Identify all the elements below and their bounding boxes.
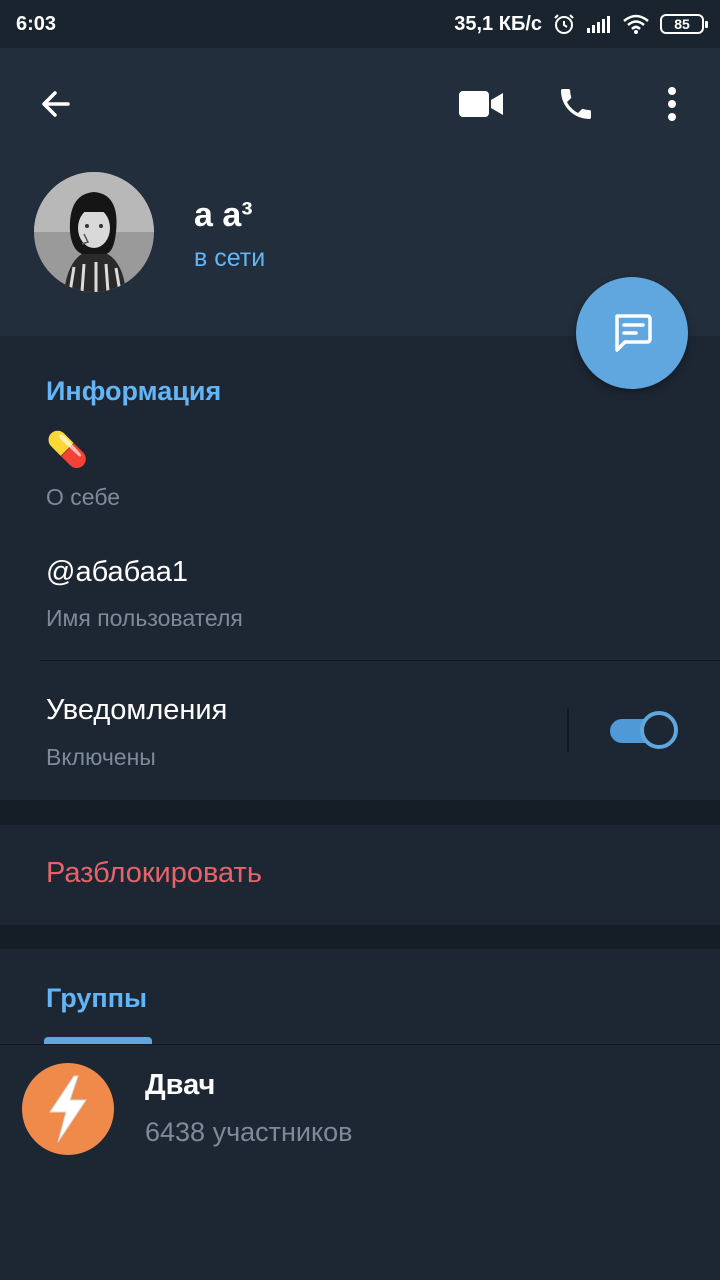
bio-text[interactable]: 💊 <box>46 430 88 470</box>
toggle-knob <box>640 711 678 749</box>
avatar-photo <box>34 172 154 292</box>
group-name: Двач <box>145 1069 216 1101</box>
arrow-left-icon <box>42 91 70 117</box>
notifications-toggle[interactable] <box>610 711 678 749</box>
username-text[interactable]: @абабаа1 <box>46 556 188 589</box>
avatar[interactable] <box>34 172 154 292</box>
message-icon <box>615 314 652 352</box>
group-avatar <box>22 1063 114 1155</box>
status-bar: 6:03 35,1 КБ/с 85 <box>0 0 720 48</box>
video-camera-icon <box>459 91 503 117</box>
lightning-icon <box>49 1075 87 1143</box>
phone-icon <box>561 89 591 119</box>
battery-level: 85 <box>674 16 690 32</box>
status-right: 35,1 КБ/с 85 <box>454 12 708 36</box>
notifications-state: Включены <box>46 744 156 770</box>
video-call-button[interactable] <box>453 76 509 132</box>
alarm-icon <box>554 14 574 34</box>
username-label: Имя пользователя <box>46 605 243 631</box>
bio-label: О себе <box>46 484 121 510</box>
more-vertical-icon <box>668 87 676 121</box>
unblock-label: Разблокировать <box>46 857 262 889</box>
section-gap <box>0 925 720 949</box>
battery-indicator: 85 <box>660 14 708 34</box>
more-button[interactable] <box>644 76 700 132</box>
section-gap <box>0 800 720 825</box>
info-section: Информация 💊 О себе @абабаа1 Имя пользов… <box>0 338 720 800</box>
unblock-button[interactable]: Разблокировать <box>0 825 720 925</box>
send-message-button[interactable] <box>576 277 688 389</box>
list-item[interactable]: Двач 6438 участников <box>0 1045 720 1175</box>
profile-screen: 6:03 35,1 КБ/с 85 а а³ в сети Информация… <box>0 0 720 1280</box>
groups-tabs: Группы <box>0 949 720 1045</box>
info-title: Информация <box>46 376 222 406</box>
wifi-icon <box>623 14 649 34</box>
toggle-separator <box>567 708 569 752</box>
network-speed: 35,1 КБ/с <box>454 12 542 35</box>
tab-groups[interactable]: Группы <box>46 983 147 1014</box>
call-button[interactable] <box>548 76 604 132</box>
notifications-label[interactable]: Уведомления <box>46 694 227 727</box>
back-button[interactable] <box>28 76 84 132</box>
signal-icon <box>587 16 610 33</box>
online-status: в сети <box>194 244 266 272</box>
group-members: 6438 участников <box>145 1117 353 1147</box>
status-time: 6:03 <box>16 12 57 35</box>
divider <box>40 660 720 661</box>
profile-name: а а³ <box>194 196 253 234</box>
